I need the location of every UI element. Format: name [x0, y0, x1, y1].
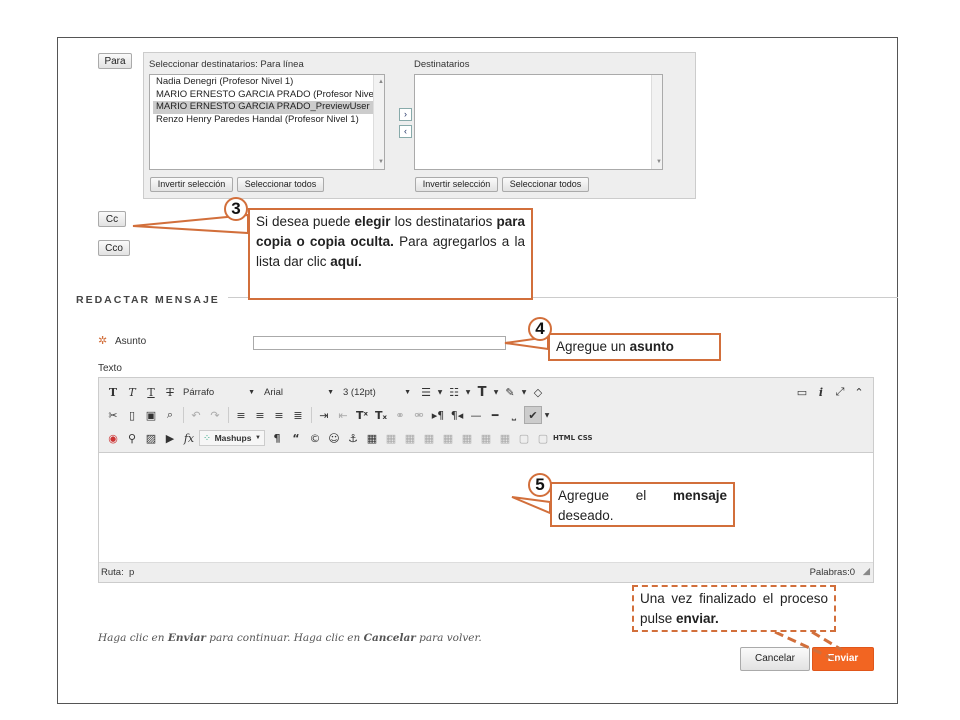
callout-5-pointer	[511, 496, 551, 515]
callout-3: Si desea puede elegir los destinatarios …	[248, 208, 533, 300]
callout-6-pointer-2	[811, 630, 843, 652]
step-5-badge: 5	[528, 473, 552, 497]
step-4-badge: 4	[528, 317, 552, 341]
callout-5: Agregue el mensaje deseado.	[550, 482, 735, 527]
step-3-badge: 3	[224, 197, 248, 221]
callout-4: Agregue un asunto	[548, 333, 721, 361]
callout-6-pointer	[774, 630, 841, 664]
callout-6: Una vez finalizado el proceso pulse envi…	[632, 585, 836, 632]
